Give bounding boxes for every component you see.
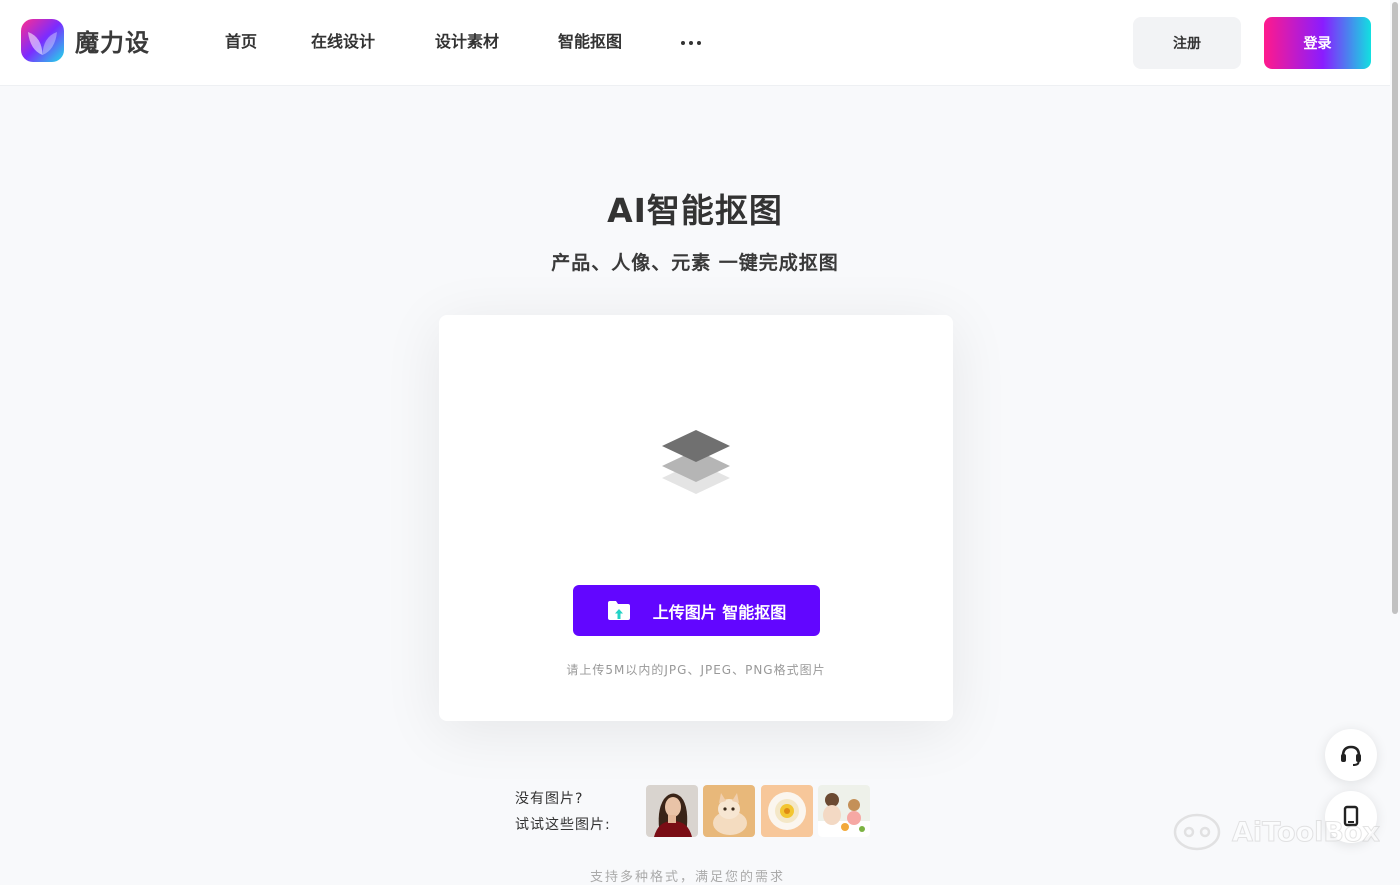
- upload-image-button[interactable]: 上传图片 智能抠图: [573, 585, 820, 636]
- page-title: AI智能抠图: [607, 191, 783, 230]
- nav-item-home[interactable]: 首页: [225, 30, 257, 54]
- more-dot: [681, 41, 685, 45]
- more-menu-icon[interactable]: [681, 33, 701, 53]
- upload-button-label: 上传图片 智能抠图: [652, 602, 787, 622]
- sample-image-family[interactable]: [818, 785, 870, 837]
- samples-label-line1: 没有图片?: [515, 791, 584, 807]
- food-plate-image: [761, 785, 813, 837]
- family-dining-image: [818, 785, 870, 837]
- page-subtitle: 产品、人像、元素 一键完成抠图: [551, 252, 839, 274]
- upload-card[interactable]: 上传图片 智能抠图 请上传5M以内的JPG、JPEG、PNG格式图片: [439, 315, 953, 721]
- layers-icon: [662, 430, 730, 494]
- nav-item-smart-cutout[interactable]: 智能抠图: [558, 30, 622, 54]
- samples-label: 没有图片? 试试这些图片:: [515, 786, 635, 838]
- sample-image-woman[interactable]: [646, 785, 698, 837]
- scrollbar-thumb[interactable]: [1392, 2, 1398, 614]
- page-scrollbar[interactable]: [1390, 0, 1400, 875]
- watermark-text: AiToolBox: [1232, 816, 1381, 848]
- headset-icon: [1341, 745, 1361, 766]
- login-button[interactable]: 登录: [1264, 17, 1371, 69]
- upload-hint: 请上传5M以内的JPG、JPEG、PNG格式图片: [566, 663, 826, 677]
- nav-item-design-assets[interactable]: 设计素材: [435, 30, 499, 54]
- sample-image-cat[interactable]: [703, 785, 755, 837]
- watermark-logo-icon: [1173, 813, 1221, 851]
- customer-service-button[interactable]: [1325, 729, 1377, 781]
- more-dot: [697, 41, 701, 45]
- register-button[interactable]: 注册: [1133, 17, 1241, 69]
- woman-portrait-image: [646, 785, 698, 837]
- logo-text: 魔力设: [75, 29, 150, 57]
- folder-upload-icon: [607, 600, 630, 620]
- more-dot: [689, 41, 693, 45]
- sample-image-food[interactable]: [761, 785, 813, 837]
- nav-item-online-design[interactable]: 在线设计: [311, 30, 375, 54]
- bottom-caption: 支持多种格式，满足您的需求: [590, 870, 786, 885]
- samples-label-line2: 试试这些图片:: [515, 817, 611, 833]
- logo[interactable]: 魔力设: [21, 19, 150, 62]
- top-header: 魔力设 首页 在线设计 设计素材 智能抠图 注册 登录: [0, 0, 1400, 86]
- cat-image: [703, 785, 755, 837]
- watermark: AiToolBox: [1172, 812, 1380, 852]
- logo-mark-icon: [21, 19, 64, 62]
